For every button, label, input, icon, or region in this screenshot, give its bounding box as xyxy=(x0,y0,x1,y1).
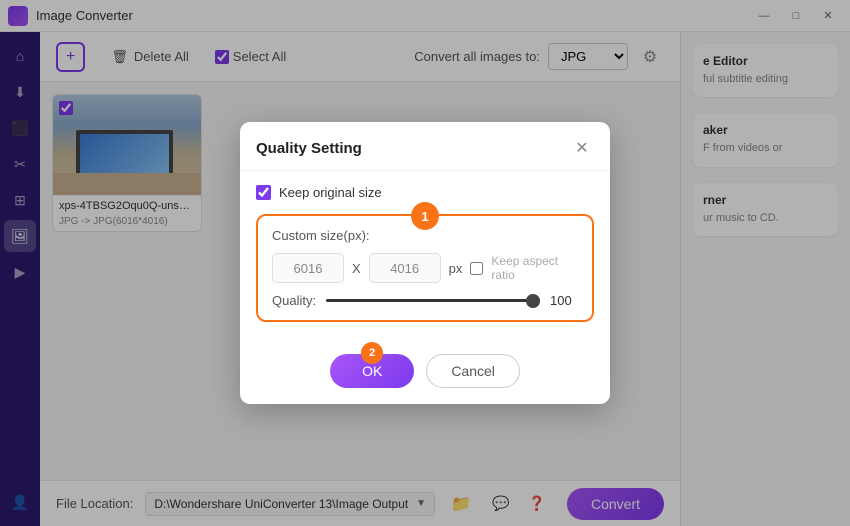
dialog-footer: 2 OK Cancel xyxy=(240,344,610,404)
x-separator: X xyxy=(352,261,361,276)
quality-row: Quality: 100 xyxy=(272,293,578,308)
keep-original-row: Keep original size xyxy=(256,185,594,200)
step1-badge: 1 xyxy=(411,202,439,230)
keep-aspect-label: Keep aspect ratio xyxy=(491,254,578,282)
dialog-title: Quality Setting xyxy=(256,140,362,157)
keep-original-label: Keep original size xyxy=(279,185,382,200)
quality-value: 100 xyxy=(550,293,578,308)
ok-button[interactable]: 2 OK xyxy=(330,354,414,388)
keep-aspect-checkbox[interactable] xyxy=(470,262,483,275)
dialog-body: Keep original size 1 Custom size(px): X … xyxy=(240,171,610,344)
height-input[interactable] xyxy=(369,253,441,283)
size-inputs-row: X px Keep aspect ratio xyxy=(272,253,578,283)
cancel-button[interactable]: Cancel xyxy=(426,354,520,388)
quality-label: Quality: xyxy=(272,293,316,308)
quality-slider[interactable] xyxy=(326,299,540,302)
dialog-close-button[interactable]: ✕ xyxy=(570,136,594,160)
keep-original-checkbox[interactable] xyxy=(256,185,271,200)
custom-size-label: Custom size(px): xyxy=(272,228,578,243)
step2-badge: 2 xyxy=(361,342,383,364)
width-input[interactable] xyxy=(272,253,344,283)
modal-overlay: Quality Setting ✕ Keep original size 1 C… xyxy=(0,0,850,526)
custom-size-section: 1 Custom size(px): X px Keep aspect rati… xyxy=(256,214,594,322)
quality-setting-dialog: Quality Setting ✕ Keep original size 1 C… xyxy=(240,122,610,404)
dialog-header: Quality Setting ✕ xyxy=(240,122,610,171)
app-window: Image Converter — □ ✕ ⌂ ⬇ ⬛ ✂ ⊞ 🖼 ▶ 👤 xyxy=(0,0,850,526)
ok-label: OK xyxy=(362,363,382,379)
px-label: px xyxy=(449,261,463,276)
